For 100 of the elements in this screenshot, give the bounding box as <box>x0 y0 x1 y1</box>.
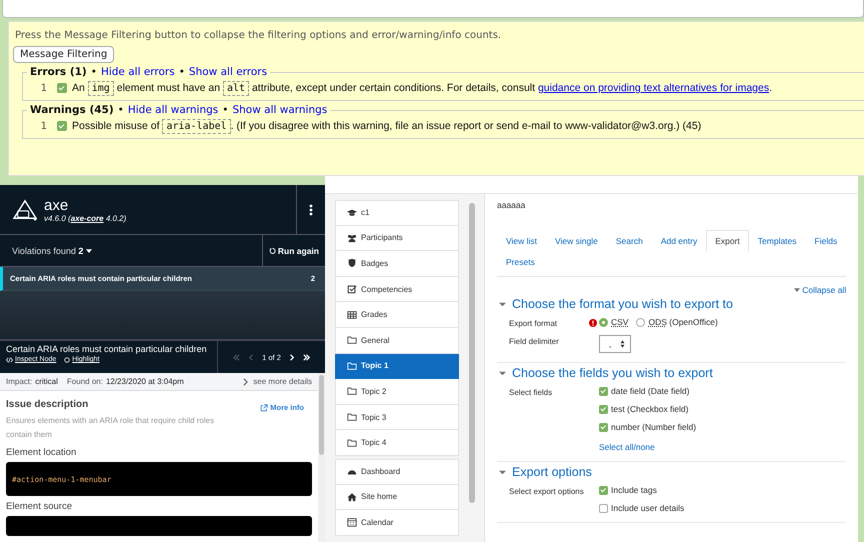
separator: • <box>90 66 97 78</box>
select-all-none-link[interactable]: Select all/none <box>599 442 696 452</box>
radio-label: CSV <box>611 317 628 327</box>
external-link-icon <box>260 404 268 412</box>
caret-icon <box>86 248 92 254</box>
show-link[interactable]: Show all warnings <box>232 104 328 116</box>
folder-icon <box>347 360 357 371</box>
separator: • <box>118 104 124 116</box>
tab[interactable]: Templates <box>748 230 806 251</box>
more-options-icon[interactable] <box>309 204 313 216</box>
section-heading[interactable]: Choose the fields you wish to export <box>512 366 713 380</box>
folder-icon <box>347 335 357 346</box>
radio-button[interactable] <box>599 318 608 326</box>
impact-value: critical <box>35 377 58 386</box>
home-icon <box>347 492 357 502</box>
tab[interactable]: Presets <box>497 251 544 272</box>
table-icon <box>347 310 357 320</box>
radio-label: ODS (OpenOffice) <box>648 317 718 327</box>
tab[interactable]: Add entry <box>652 230 706 251</box>
checkbox[interactable] <box>599 486 608 494</box>
impact-label: Impact: <box>6 377 32 386</box>
collapse-caret-icon[interactable] <box>499 468 506 476</box>
first-page-icon[interactable] <box>232 352 242 362</box>
field-label: Export format <box>509 318 558 328</box>
group-title: Warnings (45) <box>30 104 114 116</box>
message-checkbox[interactable] <box>57 83 67 93</box>
shield-icon <box>347 258 357 268</box>
nav-item[interactable]: General <box>335 328 459 354</box>
code-icon <box>6 356 13 362</box>
issue-title: Certain ARIA roles must contain particular children <box>6 344 208 354</box>
version-text: v4.6.0 (axe-core 4.0.2) <box>44 214 126 222</box>
checkbox-label: Include tags <box>611 485 657 495</box>
refresh-icon <box>269 246 276 254</box>
field-label: Select fields <box>509 387 554 397</box>
nav-item[interactable]: Competencies <box>335 276 459 302</box>
collapse-caret-icon[interactable] <box>499 300 506 308</box>
nav-item[interactable]: Grades <box>335 302 459 328</box>
see-more-details-link[interactable]: see more details <box>243 377 312 386</box>
nav-item[interactable]: Dashboard <box>335 458 459 485</box>
triangle-logo-icon <box>12 198 38 220</box>
checkbox[interactable] <box>599 504 608 512</box>
message-text: An img element must have an alt attribute, except under certain conditions. For details, consult guidance on providing text alternatives for images. <box>72 82 772 94</box>
calendar-icon <box>347 517 357 528</box>
issue-description-heading: Issue description <box>6 399 88 410</box>
message-filtering-button[interactable]: Message Filtering <box>13 46 114 63</box>
tab[interactable]: View single <box>546 230 607 251</box>
page-title: aaaaaa <box>497 200 526 210</box>
people-icon <box>347 232 357 243</box>
axe-core-link[interactable]: axe-core <box>70 214 104 222</box>
element-location-heading: Element location <box>6 447 78 458</box>
violations-dropdown[interactable]: Violations found 2 <box>0 235 263 266</box>
found-date: 12/23/2020 at 3:04pm <box>106 377 184 386</box>
radio-button[interactable] <box>636 318 646 326</box>
nav-item[interactable]: Topic 4 <box>335 430 459 456</box>
nav-item[interactable]: c1 <box>335 200 459 226</box>
nav-item[interactable]: Calendar <box>335 510 459 536</box>
up-down-arrows-icon <box>620 340 625 348</box>
field-label: Field delimiter <box>509 336 560 346</box>
nav-item[interactable]: Badges <box>335 251 459 277</box>
hide-link[interactable]: Hide all errors <box>100 66 175 78</box>
message-checkbox[interactable] <box>57 121 67 131</box>
found-label: Found on: <box>66 377 103 386</box>
nav-item[interactable]: Topic 3 <box>335 404 459 430</box>
tab[interactable]: Export <box>706 230 749 251</box>
checkbox[interactable] <box>599 422 608 432</box>
intro-text: Press the Message Filtering button to collapse the filtering options and error/warning/info counts. <box>15 30 502 41</box>
last-page-icon[interactable] <box>302 352 311 362</box>
section-heading[interactable]: Export options <box>512 465 592 479</box>
tab[interactable]: Fields <box>806 230 846 251</box>
collapse-caret-icon[interactable] <box>499 370 506 376</box>
nav-item[interactable]: Topic 1 <box>335 354 459 380</box>
delimiter-select[interactable]: , <box>599 335 631 353</box>
hide-link[interactable]: Hide all warnings <box>128 104 218 116</box>
message-number: 1 <box>40 120 47 132</box>
nav-item[interactable]: Participants <box>335 226 459 252</box>
message-number: 1 <box>40 82 47 94</box>
checkbox-label: test (Checkbox field) <box>611 404 688 414</box>
section-heading[interactable]: Choose the format you wish to export to <box>512 297 733 311</box>
tab[interactable]: Search <box>606 230 652 251</box>
show-link[interactable]: Show all errors <box>188 66 268 78</box>
checkbox-label: Include user details <box>611 503 684 513</box>
tab[interactable]: View list <box>497 230 546 251</box>
graduation-cap-icon <box>347 208 357 218</box>
separator: • <box>178 66 185 78</box>
folder-icon <box>347 412 357 422</box>
issue-description: Ensures elements with an ARIA role that require child roles contain them <box>6 415 216 441</box>
separator: • <box>222 104 228 116</box>
scrollbar-thumb[interactable] <box>469 203 475 503</box>
nav-item[interactable]: Site home <box>335 484 459 510</box>
scrollbar-thumb[interactable] <box>319 375 324 455</box>
checkbox[interactable] <box>599 386 608 396</box>
circle-icon <box>64 356 70 362</box>
element-source-heading: Element source <box>6 501 74 512</box>
guidance-link[interactable]: guidance on providing text alternatives for images <box>538 82 770 94</box>
field-label: Select export options <box>509 486 585 496</box>
checkbox[interactable] <box>599 404 608 414</box>
checkbox-label: date field (Date field) <box>611 386 690 396</box>
nav-item[interactable]: Topic 2 <box>335 379 459 405</box>
run-again-button[interactable]: Run again <box>263 235 325 266</box>
collapse-all-link[interactable]: Collapse all <box>794 285 846 295</box>
